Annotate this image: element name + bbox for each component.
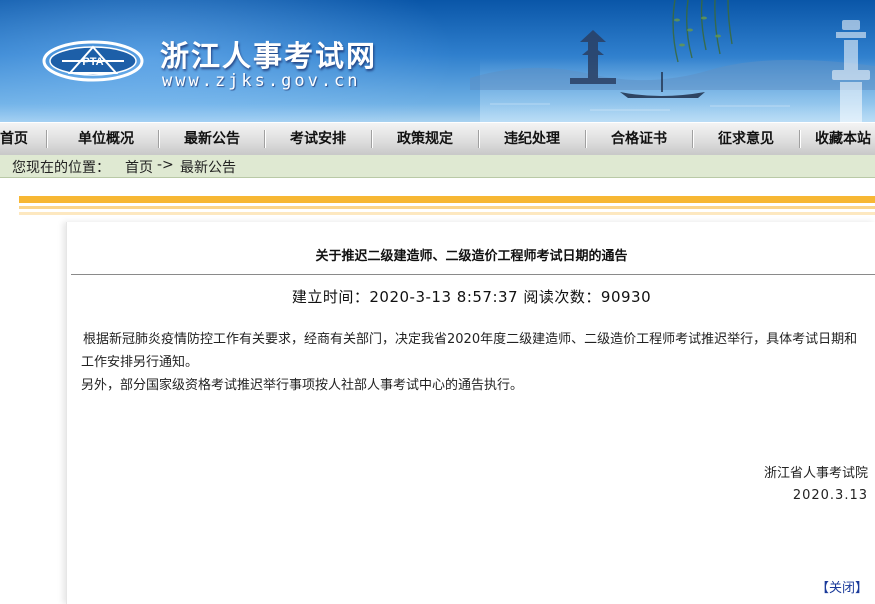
nav-separator [46, 130, 47, 148]
site-banner: PTA 浙江人事考试网 www.zjks.gov.cn [0, 0, 875, 122]
logo-text: PTA [82, 56, 103, 68]
breadcrumb-separator: -> [157, 157, 174, 173]
nav-item-feedback[interactable]: 征求意见 [718, 123, 774, 155]
article-paragraph: 根据新冠肺炎疫情防控工作有关要求，经商有关部门，决定我省2020年度二级建造师、… [81, 332, 858, 370]
nav-item-bookmark[interactable]: 收藏本站 [815, 123, 871, 155]
article-panel: 关于推迟二级建造师、二级造价工程师考试日期的通告 建立时间：2020-3-13 … [66, 222, 875, 604]
nav-separator [264, 130, 265, 148]
views-value: 90930 [600, 288, 652, 306]
article-meta: 建立时间：2020-3-13 8:57:37 阅读次数：90930 [67, 286, 875, 307]
views-label: 阅读次数： [523, 288, 601, 306]
close-link[interactable]: 【关闭】 [816, 577, 868, 596]
nav-separator [799, 130, 800, 148]
nav-item-home[interactable]: 首页 [0, 123, 28, 155]
nav-item-certificates[interactable]: 合格证书 [611, 123, 667, 155]
breadcrumb-home-link[interactable]: 首页 [125, 157, 153, 177]
divider-stripe [19, 206, 875, 209]
pta-logo: PTA [42, 40, 144, 82]
nav-separator [478, 130, 479, 148]
banner-scenery-image [470, 0, 875, 122]
nav-item-policies[interactable]: 政策规定 [397, 123, 453, 155]
nav-item-violations[interactable]: 违纪处理 [504, 123, 560, 155]
site-title: 浙江人事考试网 [160, 39, 378, 73]
signature-organization: 浙江省人事考试院 [763, 466, 868, 481]
article-paragraph: 另外，部分国家级资格考试推迟举行事项按人社部人事考试中心的通告执行。 [81, 378, 524, 393]
breadcrumb: 您现在的位置： 首页 -> 最新公告 [0, 155, 875, 178]
divider-stripe [19, 196, 875, 203]
nav-item-about[interactable]: 单位概况 [78, 123, 134, 155]
nav-separator [371, 130, 372, 148]
main-nav: 首页 单位概况 最新公告 考试安排 政策规定 违纪处理 合格证书 征求意见 收藏… [0, 122, 875, 156]
breadcrumb-label: 您现在的位置： [12, 160, 110, 176]
nav-separator [585, 130, 586, 148]
nav-item-exam-schedule[interactable]: 考试安排 [290, 123, 346, 155]
title-divider [71, 274, 875, 275]
nav-separator [158, 130, 159, 148]
divider-stripe [19, 212, 875, 215]
created-value: 2020-3-13 8:57:37 [369, 288, 519, 306]
created-label: 建立时间： [291, 288, 370, 306]
breadcrumb-current[interactable]: 最新公告 [180, 157, 236, 177]
article-title: 关于推迟二级建造师、二级造价工程师考试日期的通告 [315, 249, 628, 264]
signature-date: 2020.3.13 [792, 488, 868, 503]
nav-separator [692, 130, 693, 148]
nav-item-announcements[interactable]: 最新公告 [184, 123, 240, 155]
site-url: www.zjks.gov.cn [162, 71, 361, 91]
